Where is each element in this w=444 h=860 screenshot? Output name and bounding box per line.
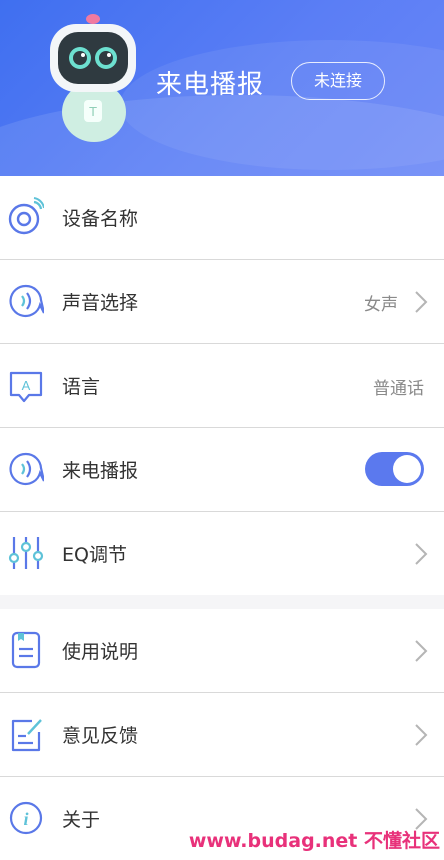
call-announce-label: 来电播报 <box>62 460 139 482</box>
feedback-edit-icon <box>11 719 42 752</box>
language-value: 普通话 <box>373 379 424 399</box>
call-announce-row: 来电播报 <box>0 428 444 512</box>
device-name-label: 设备名称 <box>62 208 139 230</box>
toggle-knob <box>393 455 421 483</box>
header-banner: T 来电播报 未连接 <box>0 0 444 176</box>
manual-icon <box>11 631 41 669</box>
chevron-right-icon <box>415 724 428 746</box>
robot-avatar-icon: T <box>50 14 136 142</box>
chevron-right-icon <box>415 640 428 662</box>
eq-row[interactable]: EQ调节 <box>0 512 444 595</box>
sound-icon <box>9 284 44 318</box>
voice-select-value: 女声 <box>364 295 398 315</box>
feedback-label: 意见反馈 <box>62 725 139 747</box>
chevron-right-icon <box>415 543 428 565</box>
chevron-right-icon <box>415 291 428 313</box>
equalizer-icon <box>8 537 44 569</box>
device-name-row[interactable]: 设备名称 <box>0 176 444 260</box>
page-title: 来电播报 <box>156 70 265 100</box>
language-row[interactable]: A 语言 普通话 <box>0 344 444 428</box>
svg-text:A: A <box>22 378 31 393</box>
connection-status-button[interactable]: 未连接 <box>291 62 385 100</box>
about-label: 关于 <box>62 809 101 831</box>
announce-icon <box>9 452 44 486</box>
settings-list: 设备名称 声音选择 女声 A 语言 普通话 来电播报 EQ调节 使用说明 意见反… <box>0 176 444 860</box>
svg-text:i: i <box>23 809 28 829</box>
manual-label: 使用说明 <box>62 641 139 663</box>
voice-select-label: 声音选择 <box>62 292 139 314</box>
svg-text:T: T <box>88 105 97 119</box>
voice-select-row[interactable]: 声音选择 女声 <box>0 260 444 344</box>
language-label: 语言 <box>62 376 101 398</box>
manual-row[interactable]: 使用说明 <box>0 609 444 693</box>
feedback-row[interactable]: 意见反馈 <box>0 693 444 777</box>
eq-label: EQ调节 <box>62 544 127 566</box>
language-icon: A <box>9 371 43 403</box>
watermark: www.budag.net 不懂社区 <box>188 830 440 852</box>
device-signal-icon <box>8 197 44 235</box>
call-announce-toggle[interactable] <box>365 452 424 486</box>
section-divider <box>0 595 444 609</box>
info-icon: i <box>9 801 43 835</box>
